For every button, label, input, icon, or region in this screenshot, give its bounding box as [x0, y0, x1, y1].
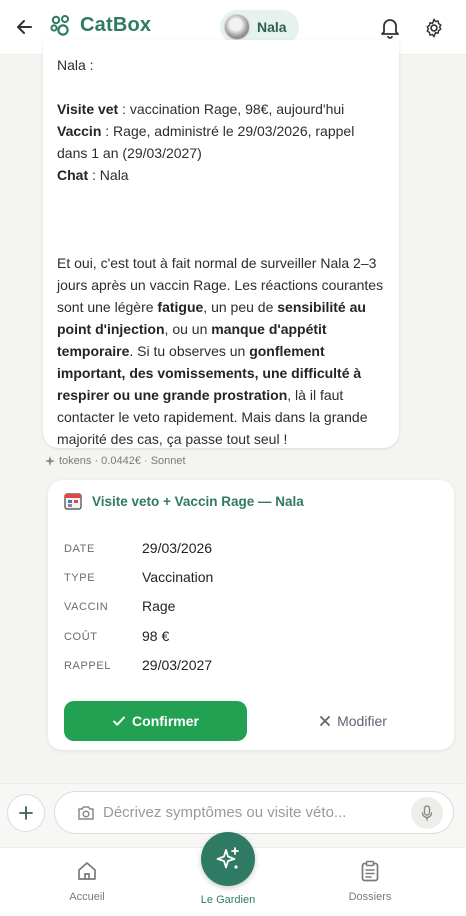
app-name: CatBox: [80, 14, 152, 36]
nav-label-home: Accueil: [69, 891, 105, 903]
visit-label: Visite vet: [57, 101, 119, 117]
field-value-cost: 98 €: [142, 628, 170, 644]
advice-text: . Si tu observes un: [129, 343, 250, 359]
message-vaccine-line: Vaccin : Rage, administré le 29/03/2026,…: [57, 120, 385, 164]
message-visit-line: Visite vet : vaccination Rage, 98€, aujo…: [57, 98, 385, 120]
message-cost: tokens · 0.0442€ · Sonnet: [59, 455, 186, 467]
field-value-type: Vaccination: [142, 569, 214, 585]
settings-button[interactable]: [419, 13, 449, 43]
message-cat-line: Chat : Nala: [57, 164, 385, 186]
field-value-date: 29/03/2026: [142, 540, 213, 556]
vaccine-text: : Rage, administré le 29/03/2026, rappel…: [57, 123, 355, 161]
pet-avatar: [224, 14, 250, 40]
field-value-vaccine: Rage: [142, 598, 176, 614]
field-label-cost: COÛT: [64, 631, 98, 643]
voice-button[interactable]: [411, 797, 443, 829]
add-attachment-button[interactable]: [7, 794, 45, 832]
arrow-left-icon: [17, 20, 32, 34]
pet-selector[interactable]: Nala: [220, 10, 299, 44]
microphone-icon: [421, 805, 433, 821]
paw-logo-icon: [50, 14, 69, 36]
message-line: Nala :: [57, 54, 385, 76]
vaccine-label: Vaccin: [57, 123, 102, 139]
advice-text: , ou un: [164, 321, 212, 337]
card-title: Visite veto + Vaccin Rage — Nala: [92, 493, 304, 509]
field-label-vaccine: VACCIN: [64, 601, 109, 613]
calendar-icon: [64, 493, 82, 510]
home-icon: [78, 862, 96, 880]
modify-label: Modifier: [337, 713, 387, 729]
confirm-label: Confirmer: [132, 713, 199, 729]
field-label-reminder: RAPPEL: [64, 660, 112, 672]
visit-card: Visite veto + Vaccin Rage — Nala DATE 29…: [48, 480, 454, 750]
back-button[interactable]: [10, 12, 40, 42]
sparkle-icon: [45, 456, 55, 466]
bell-icon: [381, 19, 399, 39]
message-intro: Nala :: [57, 57, 94, 73]
nav-label-records: Dossiers: [348, 891, 392, 903]
message-field[interactable]: [54, 791, 454, 834]
gear-icon: [426, 18, 442, 38]
nav-item-home[interactable]: Accueil: [37, 860, 137, 903]
close-icon: [320, 716, 330, 726]
pet-name: Nala: [257, 19, 287, 35]
message-advice: Et oui, c'est tout à fait normal de surv…: [57, 252, 385, 450]
visit-text: : vaccination Rage, 98€, aujourd'hui: [118, 101, 345, 117]
sparkles-icon: [216, 847, 239, 869]
advice-text: , un peu de: [203, 299, 278, 315]
cat-label: Chat: [57, 167, 89, 183]
message-meta: tokens · 0.0442€ · Sonnet: [45, 455, 186, 467]
plus-icon: [19, 806, 33, 820]
message-input[interactable]: [103, 804, 403, 821]
bottom-nav: Accueil Le Gardien Dossiers: [0, 832, 466, 916]
notifications-button[interactable]: [375, 13, 405, 43]
brand: CatBox: [50, 14, 151, 37]
field-label-type: TYPE: [64, 572, 96, 584]
cat-text: : Nala: [88, 167, 129, 183]
card-header: Visite veto + Vaccin Rage — Nala: [64, 492, 304, 510]
nav-item-records[interactable]: Dossiers: [320, 860, 420, 903]
camera-icon[interactable]: [77, 805, 95, 821]
confirm-button[interactable]: Confirmer: [64, 701, 247, 741]
clipboard-icon: [361, 860, 379, 882]
assistant-message: Nala : Visite vet : vaccination Rage, 98…: [43, 40, 399, 448]
field-value-reminder: 29/03/2027: [142, 657, 213, 673]
advice-bold: fatigue: [157, 299, 204, 315]
check-icon: [113, 716, 126, 726]
modify-button[interactable]: Modifier: [293, 701, 413, 741]
nav-label-guardian: Le Gardien: [200, 894, 256, 906]
field-label-date: DATE: [64, 543, 95, 555]
nav-item-guardian[interactable]: [201, 832, 255, 886]
